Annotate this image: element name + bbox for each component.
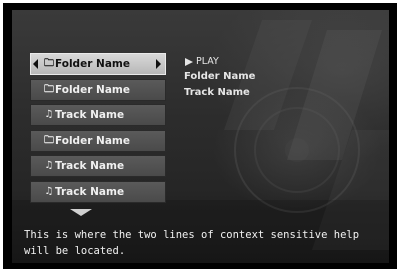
scroll-down-arrow-icon[interactable] xyxy=(70,209,92,216)
menu-screen: 🗀 Folder Name 🗀 Folder Name ♫ Track Name… xyxy=(12,10,389,263)
music-note-icon: ♫ xyxy=(44,185,54,197)
music-note-icon: ♫ xyxy=(44,160,54,171)
folder-icon: 🗀 xyxy=(44,134,54,146)
now-playing-info: PLAY Folder Name Track Name xyxy=(184,55,255,101)
menu-item-label: Folder Name xyxy=(55,58,130,70)
current-folder-name: Folder Name xyxy=(184,71,256,82)
menu-item[interactable]: ♫ Track Name xyxy=(30,104,166,126)
scroll-left-arrow-icon[interactable] xyxy=(33,59,38,69)
menu-item[interactable]: 🗀 Folder Name xyxy=(30,129,166,152)
play-icon xyxy=(185,58,193,66)
music-note-icon: ♫ xyxy=(44,109,54,120)
play-status: PLAY xyxy=(184,55,255,69)
menu-item[interactable]: ♫ Track Name xyxy=(30,155,166,177)
scroll-right-arrow-icon[interactable] xyxy=(156,59,161,69)
menu-item-label: Folder Name xyxy=(55,83,130,96)
menu-item-label: Folder Name xyxy=(55,134,130,147)
menu-item-label: Track Name xyxy=(55,160,125,172)
screen-frame: 🗀 Folder Name 🗀 Folder Name ♫ Track Name… xyxy=(3,3,397,269)
menu-item-label: Track Name xyxy=(55,185,125,198)
folder-icon: 🗀 xyxy=(44,83,54,95)
context-help-text: This is where the two lines of context s… xyxy=(24,229,360,257)
menu-item[interactable]: ♫ Track Name xyxy=(30,180,166,203)
play-label: PLAY xyxy=(196,56,219,67)
current-track-name: Track Name xyxy=(184,87,250,98)
menu-item[interactable]: 🗀 Folder Name xyxy=(30,53,166,75)
folder-icon: 🗀 xyxy=(44,58,54,69)
menu-item-label: Track Name xyxy=(55,109,125,121)
menu-item[interactable]: 🗀 Folder Name xyxy=(30,78,166,101)
